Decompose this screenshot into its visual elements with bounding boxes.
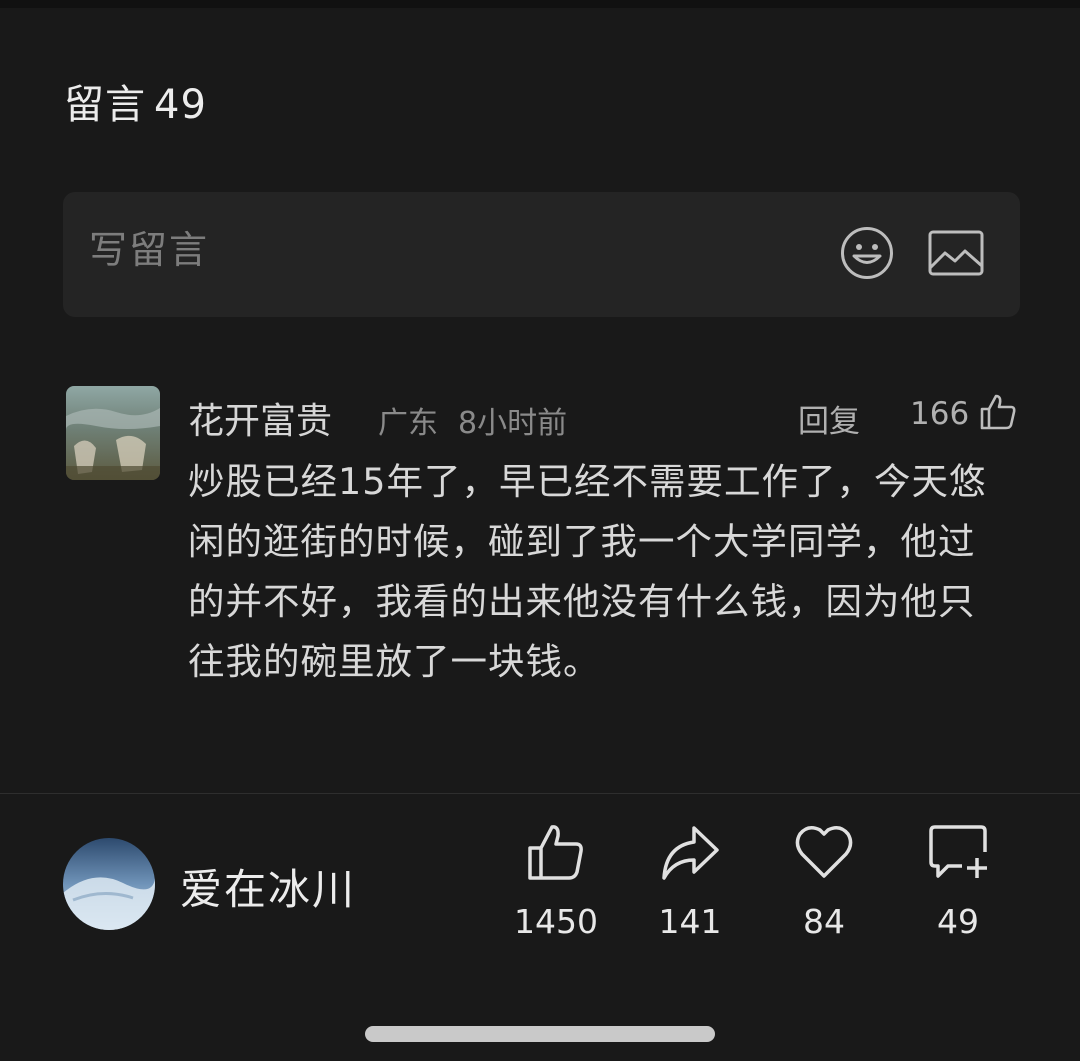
favorite-count: 84 xyxy=(803,902,845,941)
divider xyxy=(0,793,1080,794)
comments-count: 49 xyxy=(154,82,207,128)
like-count: 1450 xyxy=(514,902,598,941)
comments-heading: 留言 49 xyxy=(64,72,207,130)
image-icon[interactable] xyxy=(927,228,985,278)
home-indicator[interactable] xyxy=(365,1026,715,1042)
comment-add-icon xyxy=(929,825,987,878)
write-comment-input[interactable] xyxy=(89,228,689,272)
comment-composer[interactable] xyxy=(63,192,1020,317)
commenter-avatar[interactable] xyxy=(66,386,160,480)
commenter-name[interactable]: 花开富贵 xyxy=(188,392,332,444)
share-arrow-icon xyxy=(662,826,719,880)
author-avatar[interactable] xyxy=(63,838,155,930)
author-name[interactable]: 爱在冰川 xyxy=(180,856,356,917)
comment-count: 49 xyxy=(937,902,979,941)
favorite-action[interactable]: 84 xyxy=(769,822,879,952)
thumbs-up-icon xyxy=(528,825,583,880)
smiley-icon[interactable] xyxy=(839,225,895,281)
reply-button[interactable]: 回复 xyxy=(798,396,860,441)
commenter-location: 广东 xyxy=(378,406,438,441)
like-action[interactable]: 1450 xyxy=(501,822,611,952)
comment-body: 炒股已经15年了，早已经不需要工作了，今天悠闲的逛街的时候，碰到了我一个大学同学… xyxy=(188,460,987,683)
share-action[interactable]: 141 xyxy=(635,822,745,952)
top-strip xyxy=(0,0,1080,8)
share-count: 141 xyxy=(658,902,722,941)
comment-action[interactable]: 49 xyxy=(903,822,1013,952)
thumbs-up-icon[interactable] xyxy=(978,392,1018,432)
comment-like-count: 166 xyxy=(910,396,970,432)
heart-icon xyxy=(795,826,853,878)
comment-timestamp: 8小时前 xyxy=(458,406,568,441)
comments-heading-label: 留言 xyxy=(64,82,146,128)
